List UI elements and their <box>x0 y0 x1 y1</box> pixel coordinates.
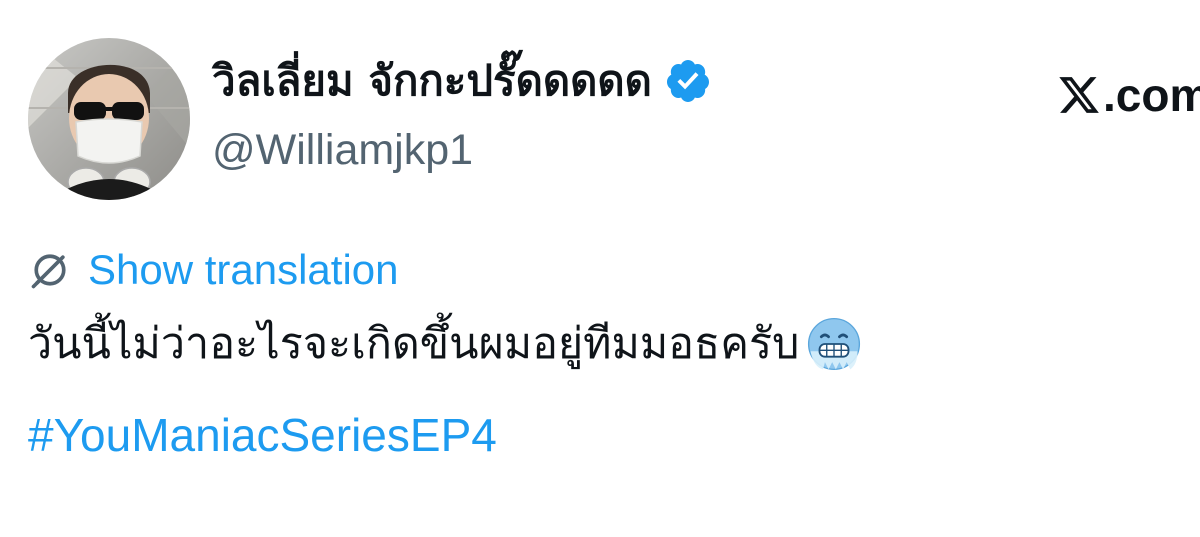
avatar-photo <box>28 38 190 200</box>
hashtag-link[interactable]: #YouManiacSeriesEP4 <box>28 408 497 462</box>
x-brand: .com <box>1057 68 1200 122</box>
author-name-row[interactable]: วิลเลี่ยม จักกะปรั๊ดดดดด <box>212 54 712 109</box>
cold-face-emoji <box>808 318 861 371</box>
author-handle[interactable]: @Williamjkp1 <box>212 126 473 175</box>
tweet-body: วันนี้ไม่ว่าอะไรจะเกิดขึ้นผมอยู่ทีมมอธคร… <box>28 314 863 374</box>
display-name[interactable]: วิลเลี่ยม จักกะปรั๊ดดดดด <box>212 54 652 109</box>
tweet-text: วันนี้ไม่ว่าอะไรจะเกิดขึ้นผมอยู่ทีมมอธคร… <box>28 319 800 369</box>
brand-domain: .com <box>1103 69 1200 121</box>
globe-icon <box>31 254 66 289</box>
show-translation-link[interactable]: Show translation <box>88 246 399 294</box>
show-translation-row[interactable]: Show translation <box>28 246 399 294</box>
verified-badge-icon <box>666 60 709 103</box>
x-logo-icon <box>1059 77 1099 113</box>
avatar[interactable] <box>28 38 190 200</box>
